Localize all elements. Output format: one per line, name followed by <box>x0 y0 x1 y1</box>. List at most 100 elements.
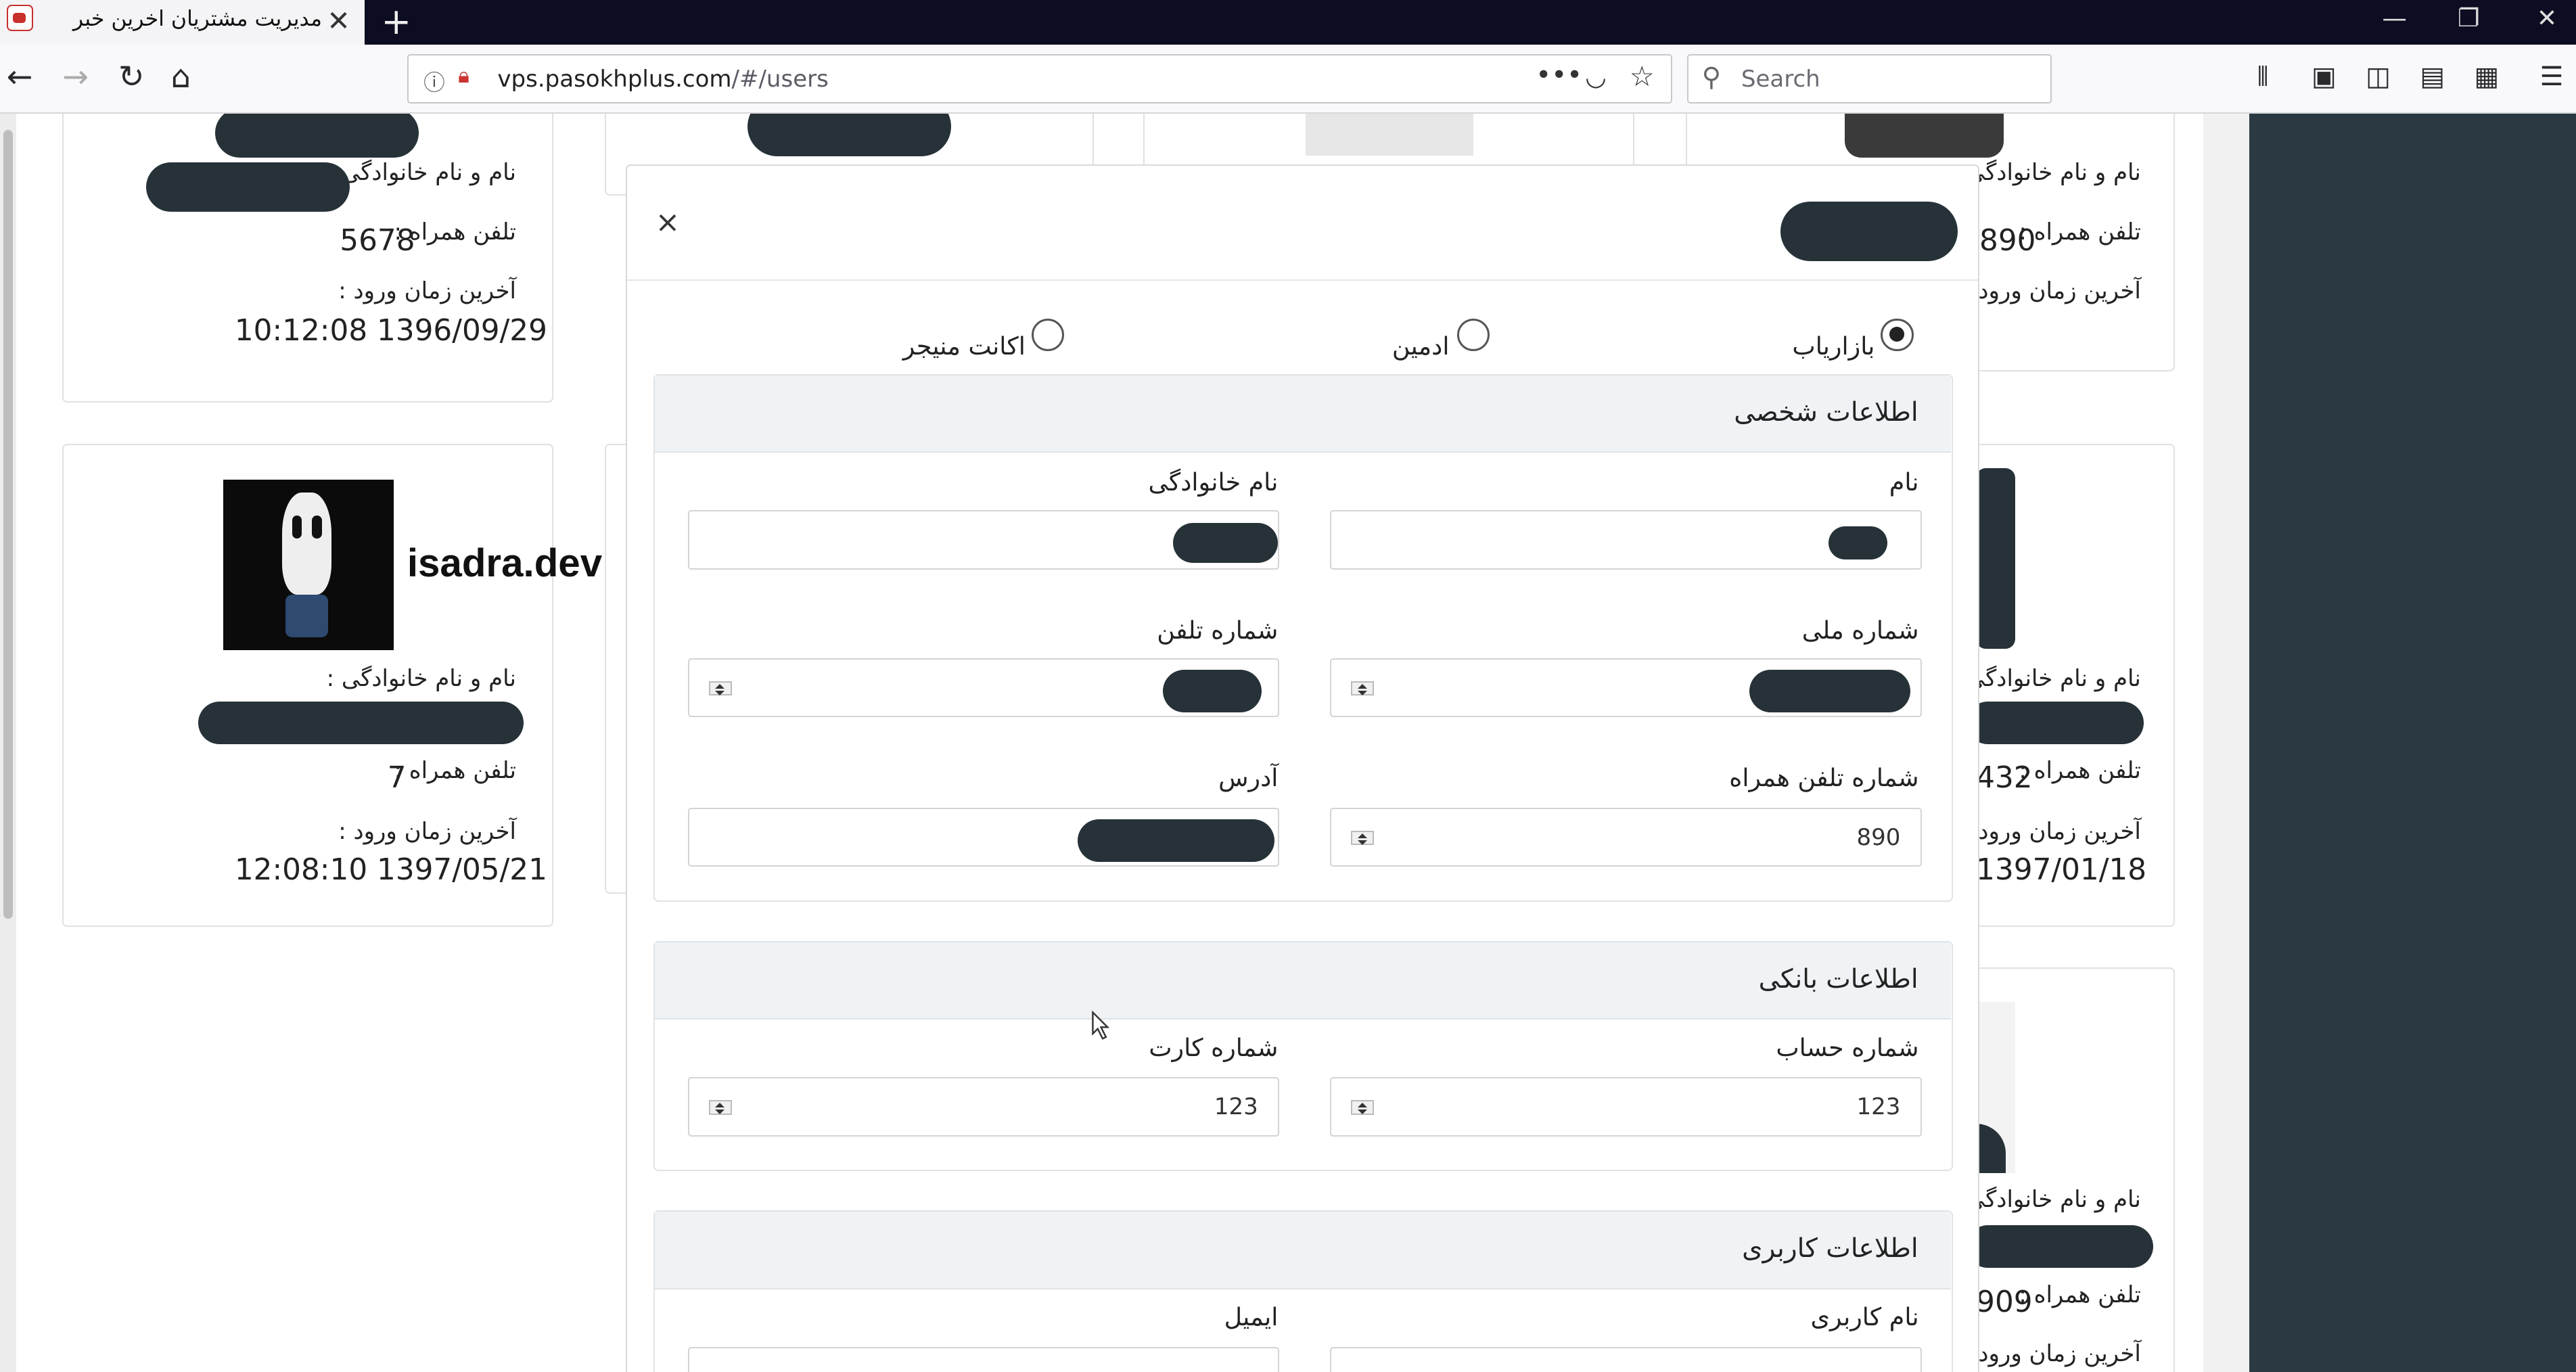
role-label-account-manager: اکانت منیجر <box>902 331 1026 361</box>
last-login-label: آخرین زمان ورود : <box>338 817 516 845</box>
forward-icon[interactable]: → <box>62 59 89 95</box>
avatar <box>223 479 394 651</box>
right-gutter <box>2203 113 2249 1372</box>
mobile-label: تلفن همراه : <box>2019 757 2141 785</box>
account-number-value: 123 <box>1856 1093 1901 1121</box>
page-scrollbar[interactable] <box>0 113 17 1372</box>
panel-title: اطلاعات کاربری <box>1742 1233 1918 1264</box>
last-login-label: آخرین زمان ورود : <box>1963 1340 2141 1368</box>
fullname-label: نام و نام خانوادگی : <box>326 159 516 187</box>
pocket-icon[interactable]: ◡ <box>1585 62 1607 91</box>
fullname-label: نام و نام خانوادگی : <box>1951 665 2141 693</box>
mobile-value: 7 <box>387 760 407 795</box>
email-field[interactable] <box>687 1346 1279 1372</box>
avatar <box>1976 467 2016 649</box>
modal-header: × <box>627 166 1978 281</box>
mobile-number-field[interactable]: 890 <box>1330 807 1922 867</box>
role-radio-account-manager[interactable] <box>1031 318 1065 352</box>
redacted-fullname <box>145 162 350 212</box>
last-name-field[interactable] <box>687 510 1279 570</box>
search-box[interactable]: ⚲ Search <box>1687 54 2052 104</box>
number-spinner-icon[interactable] <box>1351 1099 1375 1115</box>
library-icon[interactable]: ⫴ <box>2257 59 2268 95</box>
phone-field[interactable] <box>687 658 1279 718</box>
username-field[interactable] <box>1330 1346 1922 1372</box>
tab-container-icon[interactable]: ▣ <box>2312 59 2337 95</box>
url-bar[interactable]: ⓘ 🔒︎ vps.pasokhplus.com/#/users ••• ◡ ☆ <box>407 54 1673 104</box>
last-login-value: 10:12:08 1396/09/29 <box>234 313 547 348</box>
mobile-number-label: شماره تلفن همراه <box>1729 763 1919 793</box>
page-content: نام و نام خانوادگی : تلفن همراه : 5678 آ… <box>0 113 2576 1372</box>
search-placeholder: Search <box>1741 65 1820 93</box>
role-radio-admin[interactable] <box>1456 318 1490 352</box>
role-label-marketer: بازاریاب <box>1792 331 1875 361</box>
restore-icon[interactable]: ❐ <box>2458 3 2480 32</box>
minimize-icon[interactable]: — <box>2382 3 2406 32</box>
number-spinner-icon[interactable] <box>708 1099 732 1115</box>
fullname-label: نام و نام خانوادگی : <box>1951 1185 2141 1213</box>
phone-label: شماره تلفن <box>1157 615 1279 645</box>
number-spinner-icon[interactable] <box>1351 681 1375 696</box>
bookmark-star-icon[interactable]: ☆ <box>1630 60 1655 93</box>
avatar <box>1306 113 1473 156</box>
national-id-label: شماره ملی <box>1801 615 1919 645</box>
redacted-user-title <box>1780 202 1958 261</box>
url-text[interactable]: vps.pasokhplus.com/#/users <box>497 66 828 93</box>
search-icon: ⚲ <box>1701 62 1722 93</box>
address-field[interactable] <box>687 807 1279 867</box>
panel-title: اطلاعات بانکی <box>1758 963 1918 994</box>
url-host: vps.pasokhplus.com <box>497 65 732 93</box>
user-info-panel: اطلاعات کاربری نام کاربری ایمیل <box>653 1210 1954 1372</box>
mobile-number-value: 890 <box>1856 823 1901 851</box>
role-radio-marketer[interactable] <box>1881 318 1914 352</box>
redacted-value <box>1749 669 1910 712</box>
sidebar-icon[interactable]: ◫ <box>2366 59 2391 95</box>
panel-title: اطلاعات شخصی <box>1734 396 1918 428</box>
address-label: آدرس <box>1218 763 1279 793</box>
site-label: isadra.dev <box>407 541 603 585</box>
user-card[interactable]: isadra.dev نام و نام خانوادگی : تلفن همر… <box>62 443 602 927</box>
menu-icon[interactable]: ☰ <box>2540 59 2564 95</box>
number-spinner-icon[interactable] <box>708 681 732 696</box>
tab-title: مدیریت مشتریان اخرین خبر <box>72 6 322 31</box>
account-number-field[interactable]: 123 <box>1330 1077 1922 1137</box>
back-icon[interactable]: ← <box>7 59 33 95</box>
info-icon[interactable]: ⓘ <box>423 66 445 97</box>
browser-tab[interactable]: مدیریت مشتریان اخرین خبر ✕ <box>0 0 365 45</box>
close-window-icon[interactable]: ✕ <box>2537 3 2558 32</box>
home-icon[interactable]: ⌂ <box>171 59 191 95</box>
insecure-lock-icon[interactable]: 🔒︎ <box>458 64 469 89</box>
screenshot-extension-icon[interactable]: ▤ <box>2420 59 2445 95</box>
account-number-label: شماره حساب <box>1776 1032 1919 1062</box>
tab-bar: مدیریت مشتریان اخرین خبر ✕ + — ❐ ✕ <box>0 0 2576 45</box>
redacted-value <box>1077 819 1275 862</box>
new-tab-icon[interactable]: + <box>381 0 411 43</box>
first-name-field[interactable] <box>1330 510 1922 570</box>
avatar <box>1844 113 2004 158</box>
mobile-value: 890 <box>1979 223 2036 258</box>
close-icon[interactable]: × <box>656 205 681 239</box>
first-name-label: نام <box>1889 467 1919 497</box>
last-login-label: آخرین زمان ورود : <box>1963 817 2141 845</box>
number-spinner-icon[interactable] <box>1351 830 1375 846</box>
qr-code-icon[interactable]: ▦ <box>2474 59 2499 95</box>
national-id-field[interactable] <box>1330 658 1922 718</box>
last-name-label: نام خانوادگی <box>1148 467 1279 497</box>
redacted-fullname <box>1966 1225 2154 1268</box>
card-number-field[interactable]: 123 <box>687 1077 1279 1137</box>
fullname-label: نام و نام خانوادگی : <box>326 665 516 693</box>
right-sidebar <box>2249 113 2576 1372</box>
fullname-label: نام و نام خانوادگی : <box>1951 159 2141 187</box>
last-login-value: 1397/01/18 <box>1976 852 2147 887</box>
redacted-value <box>1162 669 1262 712</box>
mobile-label: تلفن همراه : <box>394 757 516 785</box>
panel-header: اطلاعات شخصی <box>655 375 1952 453</box>
reload-icon[interactable]: ↻ <box>118 59 145 95</box>
close-tab-icon[interactable]: ✕ <box>327 5 350 37</box>
page-actions-icon[interactable]: ••• <box>1536 60 1582 91</box>
scrollbar-thumb[interactable] <box>3 129 14 919</box>
panel-header: اطلاعات بانکی <box>655 942 1952 1020</box>
site-favicon-icon <box>6 5 33 32</box>
redacted-fullname <box>198 701 524 744</box>
user-card[interactable]: نام و نام خانوادگی : تلفن همراه : 5678 آ… <box>62 113 554 403</box>
